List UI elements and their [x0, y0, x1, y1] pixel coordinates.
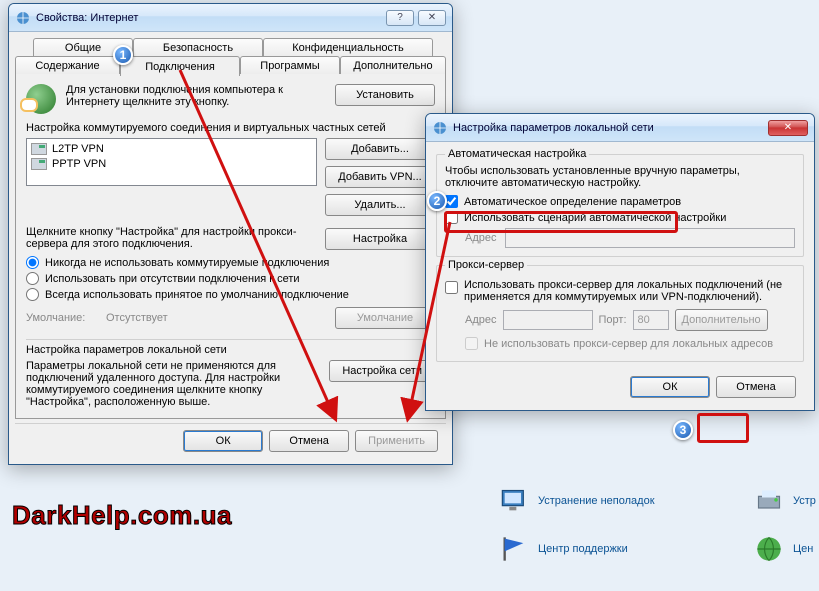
bg-device[interactable]: Устр	[755, 487, 816, 515]
auto-script-label: Использовать сценарий автоматической нас…	[464, 212, 726, 224]
radio-always[interactable]	[26, 288, 39, 301]
radio-nonet[interactable]	[26, 272, 39, 285]
tab-programs[interactable]: Программы	[240, 56, 340, 74]
set-default-button: Умолчание	[335, 307, 435, 329]
proxy-legend: Прокси-сервер	[445, 259, 527, 271]
dialup-section-label: Настройка коммутируемого соединения и ви…	[26, 122, 435, 134]
cancel-button[interactable]: Отмена	[269, 430, 349, 452]
modem-icon	[31, 158, 47, 170]
add-button[interactable]: Добавить...	[325, 138, 435, 160]
tab-advanced[interactable]: Дополнительно	[340, 56, 446, 74]
auto-detect-label: Автоматическое определение параметров	[464, 196, 681, 208]
help-button[interactable]: ?	[386, 10, 414, 26]
tab-panel-connections: Для установки подключения компьютера к И…	[15, 73, 446, 419]
vpn-item-label: PPTP VPN	[52, 158, 106, 170]
annotation-marker-1: 1	[113, 45, 133, 65]
vpn-item-label: L2TP VPN	[52, 143, 104, 155]
auto-config-legend: Автоматическая настройка	[445, 148, 589, 160]
bg-troubleshoot[interactable]: Устранение неполадок	[500, 487, 655, 515]
use-proxy-label: Использовать прокси-сервер для локальных…	[464, 279, 795, 303]
flag-icon	[500, 535, 528, 563]
internet-icon	[432, 120, 448, 136]
auto-config-hint: Чтобы использовать установленные вручную…	[445, 165, 795, 189]
printer-icon	[755, 487, 783, 515]
proxy-advanced-button: Дополнительно	[675, 309, 768, 331]
bypass-local-label: Не использовать прокси-сервер для локаль…	[484, 338, 773, 350]
auto-config-group: Автоматическая настройка Чтобы использов…	[436, 154, 804, 257]
globe-icon	[26, 84, 56, 114]
tab-connections[interactable]: Подключения	[120, 56, 240, 76]
highlight-box-ok	[697, 413, 749, 443]
list-item[interactable]: L2TP VPN	[29, 141, 314, 156]
lan-settings-window: Настройка параметров локальной сети ✕ Ав…	[425, 113, 815, 411]
proxy-address-label: Адрес	[465, 314, 497, 326]
bypass-local-checkbox	[465, 337, 478, 350]
monitor-icon	[500, 487, 528, 515]
tab-strip: Общие Безопасность Конфиденциальность Со…	[15, 38, 446, 74]
use-proxy-checkbox[interactable]	[445, 281, 458, 294]
lan-settings-button[interactable]: Настройка сети	[329, 360, 435, 382]
script-address-input	[505, 228, 796, 248]
apply-button: Применить	[355, 430, 438, 452]
ok-button[interactable]: ОК	[183, 430, 263, 452]
watermark: DarkHelp.com.ua	[12, 500, 232, 531]
proxy-address-input	[503, 310, 593, 330]
remove-button[interactable]: Удалить...	[325, 194, 435, 216]
internet-properties-window: Свойства: Интернет ? ✕ Общие Безопасност…	[8, 3, 453, 465]
settings-hint: Щелкните кнопку "Настройка" для настройк…	[26, 226, 317, 250]
bg-device-label: Устр	[793, 495, 816, 507]
script-address-label: Адрес	[465, 232, 497, 244]
radio-always-label: Всегда использовать принятое по умолчани…	[45, 289, 349, 301]
close-button[interactable]: ✕	[418, 10, 446, 26]
lan-section-label: Настройка параметров локальной сети	[26, 339, 435, 356]
titlebar[interactable]: Свойства: Интернет ? ✕	[9, 4, 452, 32]
proxy-port-label: Порт:	[599, 314, 627, 326]
lan-hint: Параметры локальной сети не применяются …	[26, 360, 321, 408]
ok-button[interactable]: ОК	[630, 376, 710, 398]
globe-green-icon	[755, 535, 783, 563]
cancel-button[interactable]: Отмена	[716, 376, 796, 398]
vpn-listbox[interactable]: L2TP VPN PPTP VPN	[26, 138, 317, 186]
bg-center-label: Цен	[793, 543, 813, 555]
setup-button[interactable]: Установить	[335, 84, 435, 106]
window-title: Настройка параметров локальной сети	[453, 122, 768, 134]
settings-button[interactable]: Настройка	[325, 228, 435, 250]
radio-nonet-label: Использовать при отсутствии подключения …	[45, 273, 300, 285]
modem-icon	[31, 143, 47, 155]
internet-icon	[15, 10, 31, 26]
radio-never[interactable]	[26, 256, 39, 269]
add-vpn-button[interactable]: Добавить VPN...	[325, 166, 435, 188]
bg-troubleshoot-label: Устранение неполадок	[538, 495, 655, 507]
bg-support-label: Центр поддержки	[538, 543, 628, 555]
titlebar[interactable]: Настройка параметров локальной сети ✕	[426, 114, 814, 142]
tab-content[interactable]: Содержание	[15, 56, 120, 74]
proxy-port-input	[633, 310, 669, 330]
annotation-marker-2: 2	[427, 191, 447, 211]
auto-script-checkbox[interactable]	[445, 211, 458, 224]
list-item[interactable]: PPTP VPN	[29, 156, 314, 171]
radio-never-label: Никогда не использовать коммутируемые по…	[45, 257, 329, 269]
annotation-marker-3: 3	[673, 420, 693, 440]
proxy-group: Прокси-сервер Использовать прокси-сервер…	[436, 265, 804, 362]
bg-support[interactable]: Центр поддержки	[500, 535, 628, 563]
bg-center[interactable]: Цен	[755, 535, 813, 563]
tab-privacy[interactable]: Конфиденциальность	[263, 38, 433, 56]
tab-security[interactable]: Безопасность	[133, 38, 263, 56]
default-label: Умолчание:	[26, 312, 106, 324]
close-button[interactable]: ✕	[768, 120, 808, 136]
setup-text: Для установки подключения компьютера к И…	[66, 84, 325, 108]
default-value: Отсутствует	[106, 312, 335, 324]
window-title: Свойства: Интернет	[36, 12, 386, 24]
